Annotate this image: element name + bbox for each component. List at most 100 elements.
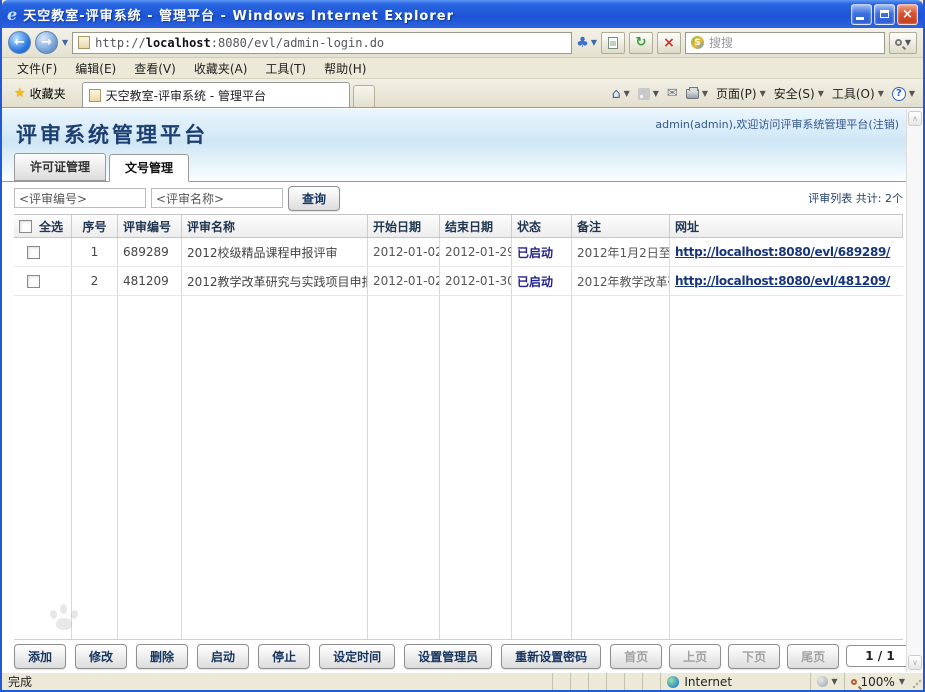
- ie-logo-icon: e: [7, 5, 17, 24]
- tools-menu-button[interactable]: 工具(O)▼: [832, 85, 884, 102]
- reset-password-button[interactable]: 重新设置密码: [501, 644, 601, 669]
- status-bar: 完成 Internet ▼ 100% ▼: [2, 672, 923, 690]
- page-header-zone: 评审系统管理平台 admin(admin),欢迎访问评审系统管理平台(注销) 许…: [2, 109, 923, 182]
- stop-review-button[interactable]: 停止: [258, 644, 310, 669]
- close-button[interactable]: ×: [897, 4, 918, 25]
- print-dropdown-icon[interactable]: ▼: [702, 89, 708, 98]
- forward-button[interactable]: →: [35, 31, 58, 54]
- search-input[interactable]: S 搜搜: [685, 32, 885, 54]
- table-row: 1 689289 2012校级精品课程申报评审 2012-01-02 2012-…: [14, 238, 903, 267]
- header-code: 评审编号: [118, 215, 182, 237]
- zoom-control[interactable]: 100% ▼: [844, 673, 911, 690]
- cell-seq: 1: [72, 238, 118, 266]
- table-header-row: 全选 序号 评审编号 评审名称 开始日期 结束日期 状态 备注 网址: [14, 214, 903, 238]
- menu-view[interactable]: 查看(V): [125, 60, 185, 77]
- page-indicator: 1 / 1 页: [847, 646, 913, 666]
- menu-favorites[interactable]: 收藏夹(A): [185, 60, 257, 77]
- review-url-link[interactable]: http://localhost:8080/evl/689289/: [675, 245, 890, 259]
- command-bar: ⌂▼ ▼ ✉ ▼ 页面(P)▼ 安全(S)▼ 工具(O)▼ ?▼: [612, 85, 919, 107]
- mail-button[interactable]: ✉: [667, 86, 678, 101]
- cell-end-date: 2012-01-30: [440, 267, 512, 295]
- last-page-button[interactable]: 尾页: [787, 644, 839, 669]
- header-status: 状态: [512, 215, 572, 237]
- help-dropdown-icon: ▼: [909, 89, 915, 98]
- minimize-icon: [856, 17, 864, 20]
- print-button[interactable]: ▼: [686, 89, 708, 99]
- vertical-scrollbar[interactable]: ∧ ∨: [906, 109, 923, 672]
- address-dropdown-icon[interactable]: ▼: [591, 38, 597, 47]
- scroll-down-icon[interactable]: ∨: [908, 655, 922, 670]
- next-page-button[interactable]: 下页: [728, 644, 780, 669]
- security-menu-button[interactable]: 安全(S)▼: [774, 85, 824, 102]
- menu-edit[interactable]: 编辑(E): [66, 60, 125, 77]
- scroll-up-icon[interactable]: ∧: [908, 111, 922, 126]
- protected-mode-button[interactable]: ▼: [810, 673, 843, 690]
- tab-title: 天空教室-评审系统 - 管理平台: [106, 87, 266, 104]
- select-all-checkbox[interactable]: [19, 220, 32, 233]
- restore-button[interactable]: [874, 4, 895, 25]
- edit-button[interactable]: 修改: [75, 644, 127, 669]
- search-dropdown-icon[interactable]: ▼: [905, 38, 911, 47]
- page-menu-dropdown-icon: ▼: [760, 89, 766, 98]
- welcome-text[interactable]: admin(admin),欢迎访问评审系统管理平台(注销): [655, 111, 899, 155]
- menu-help[interactable]: 帮助(H): [315, 60, 375, 77]
- help-icon: ?: [892, 87, 906, 101]
- header-seq: 序号: [72, 215, 118, 237]
- favorites-button[interactable]: ★ 收藏夹: [6, 81, 74, 107]
- cell-remark: 2012年1月2日至:: [572, 238, 670, 266]
- header-name: 评审名称: [182, 215, 368, 237]
- zoom-icon: [851, 679, 857, 685]
- print-icon: [686, 89, 699, 99]
- compatibility-view-button[interactable]: [601, 32, 625, 54]
- browser-tab[interactable]: 天空教室-评审系统 - 管理平台: [82, 82, 350, 107]
- menu-file[interactable]: 文件(F): [8, 60, 66, 77]
- review-url-link[interactable]: http://localhost:8080/evl/481209/: [675, 274, 890, 288]
- first-page-button[interactable]: 首页: [610, 644, 662, 669]
- favorites-star-icon: ★: [14, 86, 26, 101]
- cell-name: 2012教学改革研究与实践项目申报: [182, 267, 368, 295]
- tools-menu-dropdown-icon: ▼: [878, 89, 884, 98]
- page-title: 评审系统管理平台: [16, 111, 208, 155]
- query-button[interactable]: 查询: [288, 186, 340, 211]
- stop-button[interactable]: ×: [657, 32, 681, 54]
- refresh-button[interactable]: ↻: [629, 32, 653, 54]
- review-code-input[interactable]: [14, 188, 146, 208]
- delete-button[interactable]: 删除: [136, 644, 188, 669]
- stop-icon: ×: [663, 35, 675, 51]
- security-menu-dropdown-icon: ▼: [818, 89, 824, 98]
- home-dropdown-icon[interactable]: ▼: [624, 89, 630, 98]
- search-engine-label: 搜搜: [709, 34, 733, 51]
- back-button[interactable]: ←: [8, 31, 31, 54]
- cell-code: 689289: [118, 238, 182, 266]
- review-name-input[interactable]: [151, 188, 283, 208]
- minimize-button[interactable]: [851, 4, 872, 25]
- home-button[interactable]: ⌂▼: [612, 86, 630, 102]
- prev-page-button[interactable]: 上页: [669, 644, 721, 669]
- header-url: 网址: [670, 215, 903, 237]
- tab-license-management[interactable]: 许可证管理: [14, 153, 106, 181]
- nav-dropdown-icon[interactable]: ▼: [62, 38, 68, 47]
- new-tab-button[interactable]: [353, 85, 375, 107]
- start-button[interactable]: 启动: [197, 644, 249, 669]
- feeds-button[interactable]: ▼: [638, 88, 659, 100]
- help-button[interactable]: ?▼: [892, 87, 915, 101]
- status-text: 完成: [2, 673, 552, 690]
- mail-icon: ✉: [667, 86, 678, 101]
- table-row: 2 481209 2012教学改革研究与实践项目申报 2012-01-02 20…: [14, 267, 903, 296]
- set-time-button[interactable]: 设定时间: [319, 644, 395, 669]
- page-header: 评审系统管理平台 admin(admin),欢迎访问评审系统管理平台(注销): [2, 109, 923, 155]
- row-checkbox[interactable]: [27, 275, 40, 288]
- page-menu-button[interactable]: 页面(P)▼: [716, 85, 766, 102]
- tab-document-number-management[interactable]: 文号管理: [109, 154, 189, 182]
- resize-grip[interactable]: [911, 673, 923, 690]
- search-go-button[interactable]: ▼: [889, 32, 917, 54]
- feeds-dropdown-icon[interactable]: ▼: [653, 89, 659, 98]
- address-bar: ← → ▼ http://localhost:8080/evl/admin-lo…: [2, 28, 923, 58]
- address-input[interactable]: http://localhost:8080/evl/admin-login.do: [72, 32, 572, 54]
- add-button[interactable]: 添加: [14, 644, 66, 669]
- row-checkbox[interactable]: [27, 246, 40, 259]
- menu-bar: 文件(F) 编辑(E) 查看(V) 收藏夹(A) 工具(T) 帮助(H): [2, 58, 923, 79]
- menu-tools[interactable]: 工具(T): [256, 60, 315, 77]
- cell-seq: 2: [72, 267, 118, 295]
- set-admin-button[interactable]: 设置管理员: [404, 644, 492, 669]
